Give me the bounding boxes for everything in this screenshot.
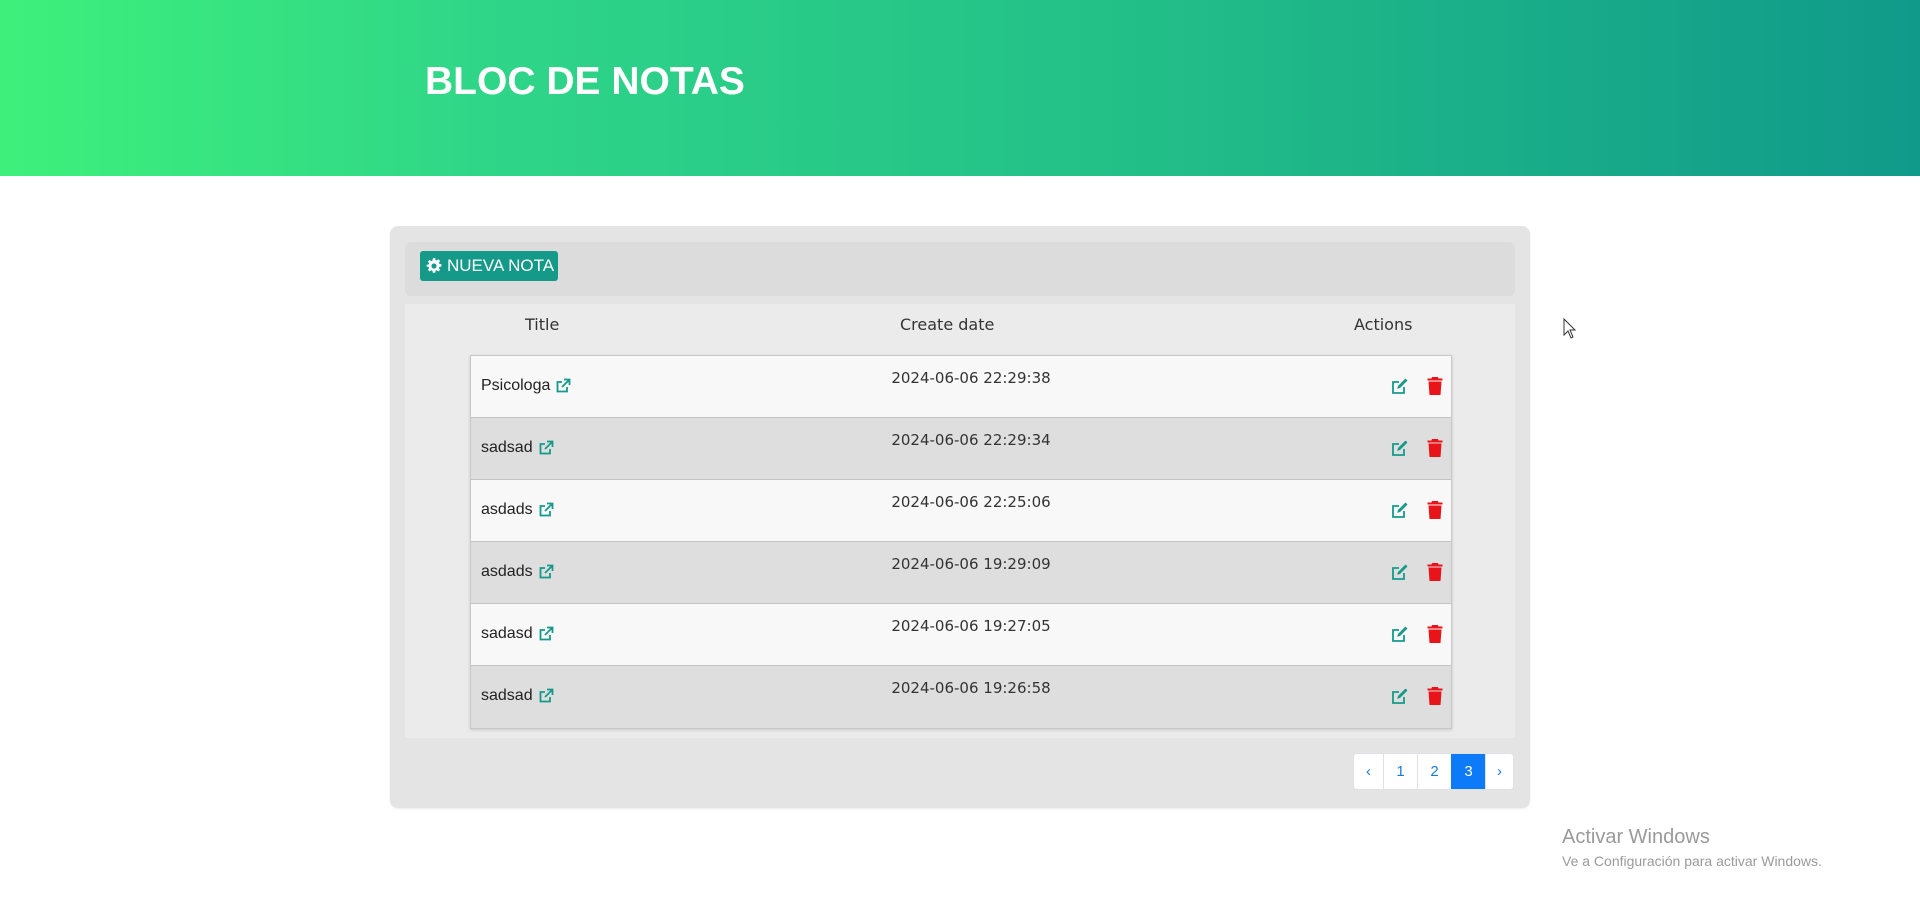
windows-activation-watermark: Activar Windows Ve a Configuración para … (1562, 826, 1822, 869)
pagination-page-1[interactable]: 1 (1383, 754, 1417, 789)
new-note-label: NUEVA NOTA (447, 256, 555, 275)
note-create-date: 2024-06-06 19:26:58 (891, 679, 1051, 697)
table-row: asdads 2024-06-06 22:25:06 (471, 480, 1451, 542)
table-header: Title Create date Actions (405, 304, 1515, 344)
gear-icon (426, 258, 442, 273)
notes-card: NUEVA NOTA Title Create date Actions Psi… (390, 226, 1530, 808)
note-create-date: 2024-06-06 19:29:09 (891, 555, 1051, 573)
notes-list: Psicologa 2024-06-06 22:29:38 sadsad 2024-0… (470, 355, 1452, 729)
note-title[interactable]: asdads (481, 501, 533, 519)
trash-icon[interactable] (1427, 377, 1443, 395)
table-row: sadsad 2024-06-06 22:29:34 (471, 418, 1451, 480)
external-link-icon[interactable] (538, 502, 554, 518)
edit-icon[interactable] (1391, 625, 1409, 643)
external-link-icon[interactable] (538, 688, 554, 704)
note-title-link[interactable]: Psicologa (481, 377, 571, 395)
trash-icon[interactable] (1427, 687, 1443, 705)
page-title: BLOC DE NOTAS (425, 60, 745, 103)
trash-icon[interactable] (1427, 439, 1443, 457)
trash-icon[interactable] (1427, 625, 1443, 643)
note-title[interactable]: sadasd (481, 625, 533, 643)
edit-icon[interactable] (1391, 687, 1409, 705)
table-row: Psicologa 2024-06-06 22:29:38 (471, 356, 1451, 418)
note-title-link[interactable]: sadasd (481, 625, 554, 643)
column-header-create-date: Create date (900, 315, 995, 334)
new-note-button[interactable]: NUEVA NOTA (420, 251, 558, 281)
table-row: sadsad 2024-06-06 19:26:58 (471, 666, 1451, 728)
watermark-subtitle: Ve a Configuración para activar Windows. (1562, 853, 1822, 869)
pagination: ‹ 1 2 3 › (1353, 753, 1514, 790)
edit-icon[interactable] (1391, 439, 1409, 457)
edit-icon[interactable] (1391, 563, 1409, 581)
edit-icon[interactable] (1391, 377, 1409, 395)
pagination-page-3[interactable]: 3 (1451, 754, 1485, 789)
table-row: asdads 2024-06-06 19:29:09 (471, 542, 1451, 604)
note-title-link[interactable]: asdads (481, 563, 554, 581)
trash-icon[interactable] (1427, 501, 1443, 519)
app-header: BLOC DE NOTAS (0, 0, 1920, 176)
mouse-cursor-icon (1563, 318, 1577, 339)
note-title[interactable]: Psicologa (481, 377, 550, 395)
edit-icon[interactable] (1391, 501, 1409, 519)
table-body: Psicologa 2024-06-06 22:29:38 sadsad 2024-0… (405, 344, 1515, 738)
note-create-date: 2024-06-06 22:29:34 (891, 431, 1051, 449)
table-row: sadasd 2024-06-06 19:27:05 (471, 604, 1451, 666)
note-create-date: 2024-06-06 22:25:06 (891, 493, 1051, 511)
external-link-icon[interactable] (538, 440, 554, 456)
note-title-link[interactable]: sadsad (481, 439, 554, 457)
column-header-actions: Actions (1354, 315, 1413, 334)
watermark-title: Activar Windows (1562, 826, 1710, 848)
trash-icon[interactable] (1427, 563, 1443, 581)
pagination-page-2[interactable]: 2 (1417, 754, 1451, 789)
external-link-icon[interactable] (538, 564, 554, 580)
note-title[interactable]: asdads (481, 563, 533, 581)
pagination-prev[interactable]: ‹ (1354, 754, 1383, 789)
note-title[interactable]: sadsad (481, 439, 533, 457)
column-header-title: Title (525, 315, 560, 334)
note-create-date: 2024-06-06 22:29:38 (891, 369, 1051, 387)
note-title-link[interactable]: sadsad (481, 687, 554, 705)
external-link-icon[interactable] (538, 626, 554, 642)
note-title[interactable]: sadsad (481, 687, 533, 705)
toolbar: NUEVA NOTA (405, 242, 1515, 296)
note-title-link[interactable]: asdads (481, 501, 554, 519)
note-create-date: 2024-06-06 19:27:05 (891, 617, 1051, 635)
pagination-next[interactable]: › (1485, 754, 1513, 789)
external-link-icon[interactable] (555, 378, 571, 394)
